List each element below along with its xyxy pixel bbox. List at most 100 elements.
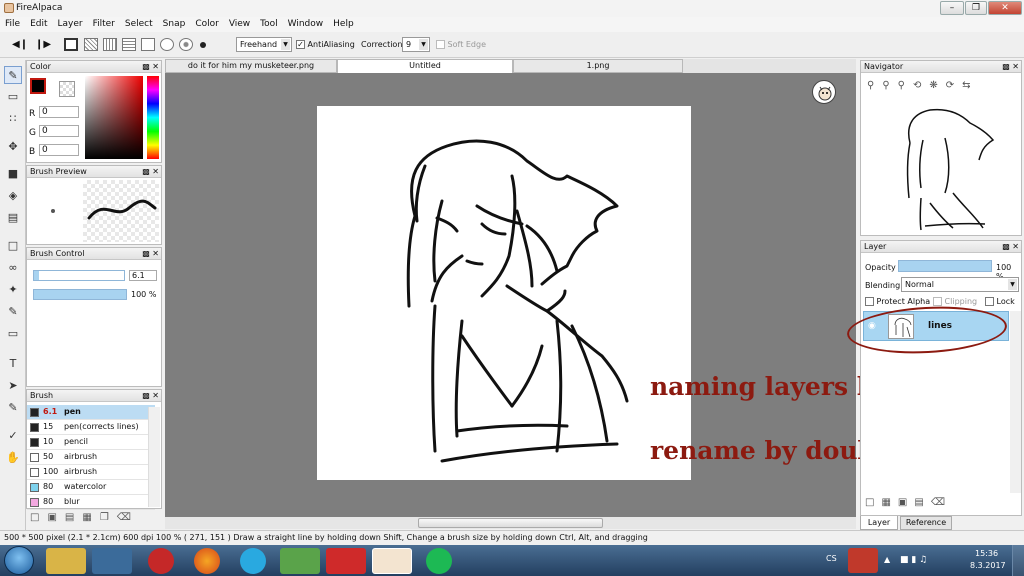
brush-item[interactable]: 80 watercolor xyxy=(27,480,155,495)
tab-layer[interactable]: Layer xyxy=(860,516,898,530)
snap-circle-icon[interactable] xyxy=(160,38,174,51)
flip-icon[interactable]: ⇆ xyxy=(962,80,978,91)
fill-icon[interactable]: ■ xyxy=(4,165,22,183)
minimize-button[interactable]: – xyxy=(940,1,964,15)
brush-folder-icon[interactable]: ▦ xyxy=(82,512,99,523)
firefox-icon[interactable] xyxy=(194,548,220,574)
menu-view[interactable]: View xyxy=(224,17,255,32)
game-icon[interactable] xyxy=(326,548,366,574)
rotate-right-icon[interactable]: ⟳ xyxy=(946,80,962,91)
new-folder-icon[interactable]: ▦ xyxy=(881,497,897,508)
menu-select[interactable]: Select xyxy=(120,17,158,32)
tab-untitled[interactable]: Untitled xyxy=(337,59,513,73)
lock-toggle[interactable]: Lock xyxy=(985,297,1015,306)
maximize-button[interactable]: ❐ xyxy=(965,1,987,15)
alpaca-icon[interactable] xyxy=(812,80,836,104)
next-icon[interactable]: ❙▶ xyxy=(35,37,51,53)
menu-help[interactable]: Help xyxy=(328,17,359,32)
antialias-toggle[interactable]: ✓ AntiAliasing xyxy=(296,37,355,53)
skype-icon[interactable] xyxy=(240,548,266,574)
panel-buttons-icon[interactable]: ▩ ✕ xyxy=(142,166,159,178)
primary-color-swatch[interactable] xyxy=(30,78,46,94)
start-button[interactable] xyxy=(4,546,34,575)
brush-size-slider[interactable] xyxy=(33,270,125,281)
media-player-icon[interactable] xyxy=(92,548,132,574)
brush-item[interactable]: 10 pencil xyxy=(27,435,155,450)
panel-buttons-icon[interactable]: ▩ ✕ xyxy=(1002,61,1019,73)
hue-slider[interactable] xyxy=(147,76,159,159)
tab-1png[interactable]: 1.png xyxy=(513,59,683,73)
horizontal-scrollbar[interactable] xyxy=(165,517,856,529)
menu-edit[interactable]: Edit xyxy=(25,17,52,32)
layer-opacity-slider[interactable] xyxy=(898,260,992,272)
select-eraser-icon[interactable]: ▭ xyxy=(4,325,22,343)
brush-duplicate-icon[interactable]: ❐ xyxy=(100,512,117,523)
panel-buttons-icon[interactable]: ▩ ✕ xyxy=(1002,241,1019,253)
trash-icon[interactable]: ⌫ xyxy=(931,497,952,508)
blending-select[interactable]: Normal ▼ xyxy=(901,277,1019,292)
brush-list-scrollbar[interactable] xyxy=(148,407,160,507)
notification-icon[interactable] xyxy=(848,548,878,573)
prev-icon[interactable]: ◀❙ xyxy=(12,37,28,53)
soft-edge-toggle[interactable]: Soft Edge xyxy=(436,37,486,53)
brush-item[interactable]: 6.1 pen xyxy=(27,405,155,420)
eraser-icon[interactable]: ▭ xyxy=(4,88,22,106)
brush-item[interactable]: 100 airbrush xyxy=(27,465,155,480)
g-input[interactable]: 0 xyxy=(39,125,79,137)
snap-radial-icon[interactable] xyxy=(141,38,155,51)
menu-filter[interactable]: Filter xyxy=(88,17,120,32)
lasso-icon[interactable]: ∞ xyxy=(4,259,22,277)
navigator-thumbnail[interactable] xyxy=(875,98,1015,233)
explorer-icon[interactable] xyxy=(46,548,86,574)
operation-icon[interactable]: ➤ xyxy=(4,377,22,395)
bucket-icon[interactable]: ◈ xyxy=(4,187,22,205)
brush-opacity-slider[interactable] xyxy=(33,289,127,300)
text-icon[interactable]: T xyxy=(4,355,22,373)
transparent-color-swatch[interactable] xyxy=(59,81,75,97)
show-desktop-button[interactable] xyxy=(1012,545,1024,576)
snap-point-icon[interactable] xyxy=(200,42,206,48)
duplicate-layer-icon[interactable]: ▣ xyxy=(898,497,914,508)
scroll-thumb[interactable] xyxy=(418,518,603,528)
snap-concentric-icon[interactable] xyxy=(179,38,193,51)
snap-grid-icon[interactable] xyxy=(103,38,117,51)
gradient-icon[interactable]: ▤ xyxy=(4,209,22,227)
snap-parallel-icon[interactable] xyxy=(84,38,98,51)
correction-select[interactable]: 9 ▼ xyxy=(402,37,430,52)
dot-icon[interactable]: ∷ xyxy=(4,110,22,128)
panel-buttons-icon[interactable]: ▩ ✕ xyxy=(142,61,159,73)
menu-color[interactable]: Color xyxy=(190,17,224,32)
trash-icon[interactable]: ⌫ xyxy=(117,512,139,523)
brush-item[interactable]: 15 pen(corrects lines) xyxy=(27,420,155,435)
select-icon[interactable]: □ xyxy=(4,237,22,255)
rotate-left-icon[interactable]: ⟲ xyxy=(913,80,929,91)
draw-mode-select[interactable]: Freehand ▼ xyxy=(236,37,292,52)
new-layer-icon[interactable]: □ xyxy=(865,497,881,508)
language-indicator[interactable]: CS xyxy=(826,554,837,563)
eyedropper-icon[interactable]: ✓ xyxy=(4,427,22,445)
b-input[interactable]: 0 xyxy=(39,144,79,156)
drawing-canvas[interactable] xyxy=(317,106,691,480)
clock-time[interactable]: 15:36 xyxy=(975,549,998,558)
spotify-icon[interactable] xyxy=(426,548,452,574)
tray-icons[interactable]: ■ ▮ ♫ xyxy=(900,555,927,565)
divide-icon[interactable]: ✎ xyxy=(4,399,22,417)
clock-date[interactable]: 8.3.2017 xyxy=(970,561,1006,570)
menu-window[interactable]: Window xyxy=(283,17,329,32)
zoom-fit-icon[interactable]: ⚲ xyxy=(898,80,913,91)
snap-off-icon[interactable] xyxy=(64,38,78,51)
merge-layer-icon[interactable]: ▤ xyxy=(914,497,930,508)
move-icon[interactable]: ✥ xyxy=(4,138,22,156)
menu-file[interactable]: File xyxy=(0,17,25,32)
pen-icon[interactable]: ✎ xyxy=(4,66,22,84)
protect-alpha-toggle[interactable]: Protect Alpha xyxy=(865,297,930,306)
zoom-in-icon[interactable]: ⚲ xyxy=(867,80,882,91)
magic-wand-icon[interactable]: ✦ xyxy=(4,281,22,299)
select-pen-icon[interactable]: ✎ xyxy=(4,303,22,321)
snap-cross-icon[interactable] xyxy=(122,38,136,51)
opera-icon[interactable] xyxy=(148,548,174,574)
brush-edit-icon[interactable]: ▤ xyxy=(65,512,82,523)
menu-tool[interactable]: Tool xyxy=(255,17,282,32)
saturation-value-picker[interactable] xyxy=(85,76,143,159)
close-button[interactable]: ✕ xyxy=(988,1,1022,15)
